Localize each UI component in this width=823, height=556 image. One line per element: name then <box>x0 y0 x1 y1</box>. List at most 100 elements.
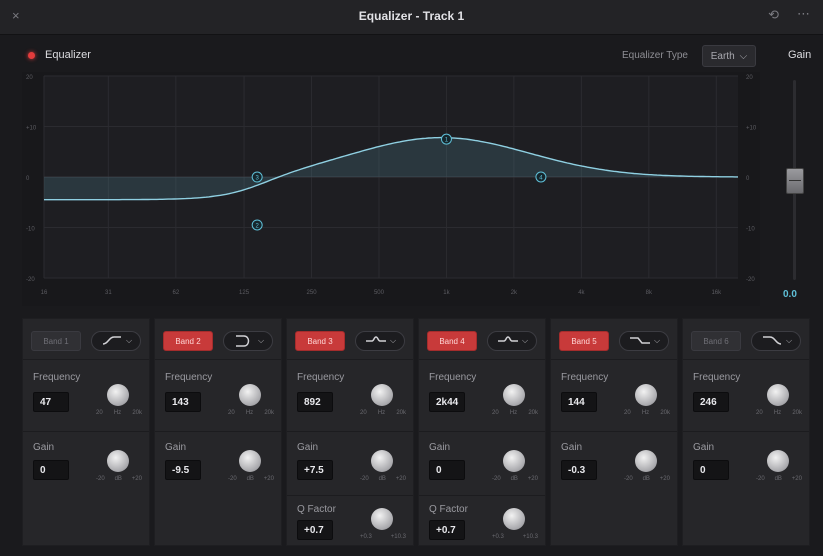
q-factor-scale: +0.3 +10.3 <box>492 534 538 540</box>
frequency-label: Frequency <box>165 372 213 383</box>
band-panel-2: Band 2 ⌵ Frequency 143 20 Hz 20k Gain -9… <box>154 318 282 546</box>
frequency-knob[interactable] <box>503 384 525 406</box>
band-header: Band 3 ⌵ <box>295 331 405 351</box>
gain-slider[interactable] <box>780 72 810 292</box>
db-tick-label-right: -10 <box>746 227 755 233</box>
frequency-section: Frequency 2k44 20 Hz 20k <box>419 359 545 432</box>
gain-knob[interactable] <box>503 450 525 472</box>
frequency-value-field[interactable]: 47 <box>33 392 69 412</box>
filter-shape-button[interactable]: ⌵ <box>355 331 405 351</box>
equalizer-type-value: Earth <box>710 50 735 62</box>
freq-tick-label: 62 <box>172 290 179 296</box>
eq-graph[interactable]: 16 31 62 125 250 500 1k 2k 4k 8k 16k 20 20 +10 +10 0 0 -1… <box>22 72 760 306</box>
scale-unit: dB <box>642 476 650 482</box>
scale-max: +20 <box>659 476 670 482</box>
filter-shape-button[interactable]: ⌵ <box>487 331 537 351</box>
gain-knob[interactable] <box>239 450 261 472</box>
gain-value-field[interactable]: 0 <box>693 460 729 480</box>
gain-section: Gain 0 -20 dB +20 <box>419 431 545 496</box>
gain-scale: -20 dB +20 <box>492 476 538 482</box>
scale-max: +20 <box>527 476 538 482</box>
scale-max: 20k <box>660 410 670 416</box>
reset-icon[interactable]: ⟲ <box>768 7 779 23</box>
frequency-knob[interactable] <box>239 384 261 406</box>
gain-value-field[interactable]: 0 <box>429 460 465 480</box>
scale-min: -20 <box>96 476 105 482</box>
frequency-scale: 20 Hz 20k <box>360 410 406 416</box>
gain-knob[interactable] <box>767 450 789 472</box>
scale-max: +20 <box>131 476 142 482</box>
band-enable-button[interactable]: Band 2 <box>163 331 213 351</box>
scale-unit: Hz <box>641 410 650 416</box>
q-factor-knob[interactable] <box>371 508 393 530</box>
band-enable-button[interactable]: Band 5 <box>559 331 609 351</box>
equalizer-toggle[interactable]: Equalizer <box>28 49 91 61</box>
band-enable-button[interactable]: Band 3 <box>295 331 345 351</box>
frequency-label: Frequency <box>429 372 477 383</box>
band-panel-3: Band 3 ⌵ Frequency 892 20 Hz 20k Gain +7… <box>286 318 414 546</box>
frequency-value-field[interactable]: 144 <box>561 392 597 412</box>
scale-max: 20k <box>792 410 802 416</box>
gain-knob[interactable] <box>107 450 129 472</box>
frequency-section: Frequency 144 20 Hz 20k <box>551 359 677 432</box>
frequency-knob[interactable] <box>371 384 393 406</box>
gain-value-field[interactable]: -9.5 <box>165 460 201 480</box>
filter-shape-high-shelf-icon <box>762 336 782 345</box>
equalizer-enabled-led-icon[interactable] <box>28 51 35 59</box>
scale-min: -20 <box>756 476 765 482</box>
gain-slider-thumb[interactable] <box>786 168 804 194</box>
frequency-section: Frequency 143 20 Hz 20k <box>155 359 281 432</box>
gain-value-field[interactable]: -0.3 <box>561 460 597 480</box>
frequency-label: Frequency <box>693 372 741 383</box>
more-options-icon[interactable]: ⋯ <box>797 6 811 22</box>
eq-header: Equalizer Equalizer Type Earth ⌵ Gain <box>0 34 823 72</box>
frequency-knob[interactable] <box>767 384 789 406</box>
chevron-down-icon: ⌵ <box>653 336 661 345</box>
filter-shape-button[interactable]: ⌵ <box>619 331 669 351</box>
gain-section: Gain -0.3 -20 dB +20 <box>551 431 677 496</box>
scale-min: 20 <box>624 410 631 416</box>
frequency-knob[interactable] <box>635 384 657 406</box>
gain-value-field[interactable]: +7.5 <box>297 460 333 480</box>
gain-title: Gain <box>788 49 812 61</box>
gain-label: Gain <box>165 442 187 453</box>
band-panel-5: Band 5 ⌵ Frequency 144 20 Hz 20k Gain -0… <box>550 318 678 546</box>
gain-knob[interactable] <box>371 450 393 472</box>
gain-label: Gain <box>693 442 715 453</box>
scale-max: +20 <box>791 476 802 482</box>
filter-shape-button[interactable]: ⌵ <box>223 331 273 351</box>
filter-shape-low-cut-icon <box>235 335 250 347</box>
gain-scale: -20 dB +20 <box>624 476 670 482</box>
band-enable-button[interactable]: Band 4 <box>427 331 477 351</box>
scale-min: -20 <box>360 476 369 482</box>
chevron-down-icon: ⌵ <box>785 336 793 345</box>
frequency-value-field[interactable]: 246 <box>693 392 729 412</box>
band-enable-button[interactable]: Band 1 <box>31 331 81 351</box>
gain-section: Gain 0 -20 dB +20 <box>683 431 809 496</box>
frequency-value-field[interactable]: 2k44 <box>429 392 465 412</box>
filter-shape-button[interactable]: ⌵ <box>91 331 141 351</box>
frequency-scale: 20 Hz 20k <box>228 410 274 416</box>
title-bar: × Equalizer - Track 1 ⟲ ⋯ <box>0 0 823 35</box>
gain-label: Gain <box>429 442 451 453</box>
chevron-down-icon: ⌵ <box>125 336 133 345</box>
equalizer-type-select[interactable]: Earth ⌵ <box>702 45 756 67</box>
q-factor-knob[interactable] <box>503 508 525 530</box>
eq-graph-svg[interactable]: 16 31 62 125 250 500 1k 2k 4k 8k 16k20 20+10 +100 0-1… <box>22 72 760 306</box>
band-header: Band 2 ⌵ <box>163 331 273 351</box>
gain-knob[interactable] <box>635 450 657 472</box>
band-panel-4: Band 4 ⌵ Frequency 2k44 20 Hz 20k Gain 0… <box>418 318 546 546</box>
frequency-value-field[interactable]: 143 <box>165 392 201 412</box>
frequency-value-field[interactable]: 892 <box>297 392 333 412</box>
q-factor-section: Q Factor +0.7 +0.3 +10.3 <box>419 495 545 546</box>
gain-value-field[interactable]: 0 <box>33 460 69 480</box>
frequency-scale: 20 Hz 20k <box>756 410 802 416</box>
scale-unit: Hz <box>377 410 386 416</box>
q-factor-value-field[interactable]: +0.7 <box>297 520 333 540</box>
filter-shape-button[interactable]: ⌵ <box>751 331 801 351</box>
frequency-label: Frequency <box>33 372 81 383</box>
frequency-knob[interactable] <box>107 384 129 406</box>
band-enable-button[interactable]: Band 6 <box>691 331 741 351</box>
q-factor-value-field[interactable]: +0.7 <box>429 520 465 540</box>
frequency-label: Frequency <box>297 372 345 383</box>
